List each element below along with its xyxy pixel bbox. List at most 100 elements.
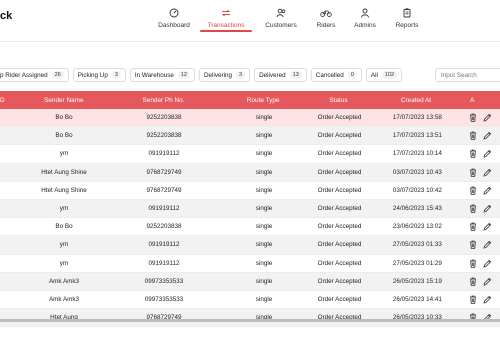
cell-sender-phone: 9768729749: [146, 168, 182, 176]
cell-actions: [464, 240, 500, 250]
nav-reports[interactable]: Reports: [386, 0, 428, 42]
table-row[interactable]: Bo Bo 9252203838 single Order Accepted 17/07…: [0, 127, 500, 146]
cell-status: Order Accepted: [317, 150, 362, 158]
cell-status: Order Accepted: [317, 295, 362, 303]
table-row[interactable]: Htet Aung Shine 9768729749 single Order Acc…: [0, 181, 500, 200]
edit-icon[interactable]: [482, 294, 492, 304]
table-row[interactable]: ym 091919112 single Order Accepted 24/06/202…: [0, 199, 500, 219]
delete-icon[interactable]: [468, 222, 478, 232]
filter-delivered[interactable]: Delivered 13: [254, 68, 307, 82]
col-header-sender-name[interactable]: Sender Name: [20, 97, 109, 104]
horizontal-scrollbar[interactable]: [0, 319, 500, 322]
filter-all[interactable]: All 102: [365, 68, 403, 82]
filter-picking-up[interactable]: Picking Up 3: [72, 68, 126, 82]
cell-actions: [464, 258, 500, 268]
filter-label: Delivered: [259, 71, 286, 79]
col-header-actions: A: [470, 96, 475, 104]
edit-icon[interactable]: [482, 131, 492, 141]
edit-icon[interactable]: [482, 113, 492, 123]
filter-count-badge: 3: [111, 71, 121, 79]
cell-sender-phone: 09973353533: [144, 277, 184, 285]
filter-cancelled[interactable]: Cancelled 0: [310, 68, 362, 82]
delete-icon[interactable]: [468, 240, 478, 250]
delete-icon[interactable]: [468, 167, 478, 177]
cell-created-at: 17/07/2023 10:14: [392, 150, 442, 158]
table-row[interactable]: Htet Aung Shine 9768729749 single Order Acc…: [0, 163, 500, 182]
nav-transactions[interactable]: Transactions: [198, 0, 254, 42]
table-row[interactable]: ym 091919112 single Order Accepted 27/05/202…: [0, 254, 500, 273]
nav-admins[interactable]: Admins: [344, 0, 386, 42]
delete-icon[interactable]: [468, 258, 478, 268]
edit-icon[interactable]: [482, 240, 492, 250]
cell-actions: [464, 185, 500, 195]
table-row[interactable]: Bo Bo 9252203838 single Order Accepted 17/07…: [0, 109, 500, 128]
cell-created-at: 26/05/2023 15:19: [392, 277, 442, 285]
edit-icon[interactable]: [482, 276, 492, 286]
cell-route-type: single: [255, 259, 273, 267]
edit-icon[interactable]: [482, 204, 492, 214]
delete-icon[interactable]: [468, 131, 478, 141]
cell-created-at: 03/07/2023 10:42: [392, 186, 442, 194]
table-row[interactable]: Bo Bo 9252203838 single Order Accepted 23/06…: [0, 218, 500, 237]
nav-label: Transactions: [207, 22, 245, 29]
nav-label: Riders: [316, 22, 336, 29]
edit-icon[interactable]: [482, 185, 492, 195]
search-input[interactable]: [435, 68, 500, 82]
filter-label: p Rider Assigned: [0, 71, 48, 79]
col-header-status[interactable]: Status: [307, 97, 369, 104]
cell-created-at: 03/07/2023 10:43: [392, 168, 442, 176]
nav-dashboard[interactable]: Dashboard: [150, 0, 198, 42]
cell-sender-phone: 091919112: [148, 150, 180, 158]
delete-icon[interactable]: [468, 149, 478, 159]
cell-status: Order Accepted: [317, 223, 362, 231]
delete-icon[interactable]: [468, 276, 478, 286]
cell-status: Order Accepted: [317, 168, 362, 176]
status-filter-bar: p Rider Assigned 26 Picking Up 3 In Wareho…: [0, 68, 406, 82]
cell-sender-name: Amk Amk3: [48, 277, 80, 285]
bicycle-icon: [320, 7, 332, 19]
edit-icon[interactable]: [482, 149, 492, 159]
nav-label: Admins: [354, 22, 376, 29]
table-row[interactable]: ym 091919112 single Order Accepted 27/05/202…: [0, 236, 500, 255]
top-nav-bar: ck Dashboard Transactions Customers Ride…: [0, 0, 500, 42]
nav-riders[interactable]: Riders: [308, 0, 344, 42]
col-header-sender-phone[interactable]: Sender Ph No.: [108, 97, 219, 104]
cell-sender-phone: 9252203838: [146, 114, 182, 122]
filter-count-badge: 102: [381, 71, 398, 79]
edit-icon[interactable]: [482, 222, 492, 232]
cell-status: Order Accepted: [317, 205, 362, 213]
cell-status: Order Accepted: [317, 132, 362, 140]
cell-actions: [464, 113, 500, 123]
col-header-created-at[interactable]: Created At: [369, 97, 462, 104]
cell-sender-name: ym: [59, 241, 69, 249]
cell-created-at: 24/06/2023 15:43: [392, 205, 442, 213]
edit-icon[interactable]: [482, 167, 492, 177]
edit-icon[interactable]: [482, 258, 492, 268]
cell-status: Order Accepted: [317, 259, 362, 267]
cell-actions: [464, 276, 500, 286]
cell-route-type: single: [255, 241, 273, 249]
table-row[interactable]: ym 091919112 single Order Accepted 17/07/202…: [0, 145, 500, 164]
cell-created-at: 17/07/2023 13:51: [392, 132, 442, 140]
filter-rider-assigned[interactable]: p Rider Assigned 26: [0, 68, 69, 82]
cell-route-type: single: [255, 223, 273, 231]
filter-delivering[interactable]: Delivering 3: [199, 68, 251, 82]
cell-status: Order Accepted: [317, 241, 362, 249]
cell-sender-phone: 091919112: [148, 205, 180, 213]
delete-icon[interactable]: [468, 113, 478, 123]
col-header-route-type[interactable]: Route Type: [219, 97, 308, 104]
filter-count-badge: 26: [51, 71, 64, 79]
transactions-table: D Sender Name Sender Ph No. Route Type S…: [0, 91, 500, 328]
table-row[interactable]: Amk Amk3 09973353533 single Order Accepted 2…: [0, 290, 500, 310]
col-header-id[interactable]: D: [0, 97, 20, 104]
nav-customers[interactable]: Customers: [254, 0, 308, 42]
delete-icon[interactable]: [468, 204, 478, 214]
nav-label: Reports: [395, 22, 419, 29]
delete-icon[interactable]: [468, 185, 478, 195]
cell-status: Order Accepted: [317, 277, 362, 285]
table-row[interactable]: Amk Amk3 09973353533 single Order Accepted 2…: [0, 272, 500, 291]
delete-icon[interactable]: [468, 294, 478, 304]
filter-count-badge: 13: [289, 71, 302, 79]
filter-in-warehouse[interactable]: In Warehouse 12: [129, 68, 195, 82]
transactions-icon: [220, 7, 232, 19]
